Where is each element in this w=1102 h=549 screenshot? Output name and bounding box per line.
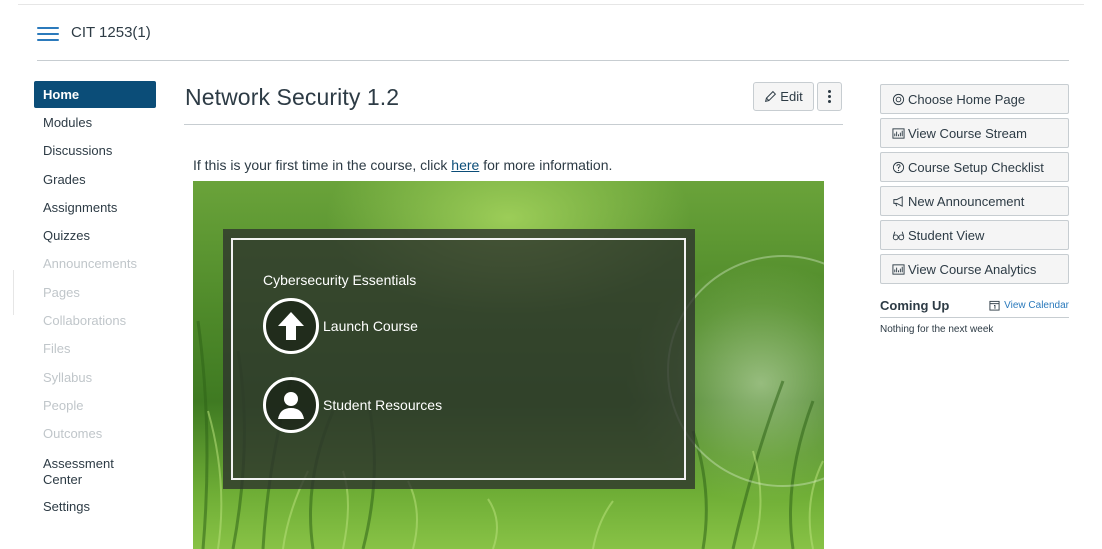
nav-item-pages[interactable]: Pages	[34, 279, 156, 307]
page-title: Network Security 1.2	[185, 84, 400, 110]
launch-course-link[interactable]: Launch Course	[263, 298, 418, 354]
nav-item-syllabus[interactable]: Syllabus	[34, 364, 156, 392]
nav-item-files[interactable]: Files	[34, 335, 156, 363]
hamburger-menu-icon[interactable]	[37, 26, 59, 42]
coming-up-title: Coming Up	[880, 298, 950, 313]
view-calendar-link[interactable]: View Calendar	[989, 300, 1069, 311]
course-setup-checklist-label: Course Setup Checklist	[908, 159, 1044, 175]
choose-home-page-label: Choose Home Page	[908, 91, 1026, 107]
student-view-label: Student View	[908, 227, 985, 243]
nav-item-outcomes[interactable]: Outcomes	[34, 420, 156, 448]
nav-item-assessment-center[interactable]: Assessment Center	[34, 449, 156, 493]
student-resources-link[interactable]: Student Resources	[263, 377, 442, 433]
breadcrumb-course[interactable]: CIT 1253(1)	[71, 24, 151, 41]
view-course-stream-label: View Course Stream	[908, 125, 1027, 141]
left-edge-line	[13, 270, 14, 315]
person-icon	[263, 377, 319, 433]
student-view-button[interactable]: Student View	[880, 220, 1069, 250]
new-announcement-button[interactable]: New Announcement	[880, 186, 1069, 216]
question-icon	[892, 161, 905, 173]
title-divider	[184, 124, 843, 125]
panel-frame: Cybersecurity Essentials Launch Course S…	[231, 238, 686, 480]
nav-item-quizzes[interactable]: Quizzes	[34, 222, 156, 250]
kebab-icon	[828, 89, 831, 104]
view-course-analytics-button[interactable]: View Course Analytics	[880, 254, 1069, 284]
nav-item-settings[interactable]: Settings	[34, 493, 156, 521]
new-announcement-label: New Announcement	[908, 193, 1025, 209]
student-resources-label: Student Resources	[323, 397, 443, 413]
analytics-icon	[892, 263, 905, 275]
course-banner-image: Cybersecurity Essentials Launch Course S…	[193, 181, 824, 549]
launch-course-label: Launch Course	[323, 318, 418, 334]
coming-up-section: Coming Up View Calendar Nothing for the …	[880, 298, 1069, 335]
edit-button-label: Edit	[780, 89, 803, 104]
top-divider	[18, 4, 1084, 5]
header-divider	[37, 60, 1069, 61]
nav-item-grades[interactable]: Grades	[34, 166, 156, 194]
nav-item-announcements[interactable]: Announcements	[34, 250, 156, 278]
course-nav: Home Modules Discussions Grades Assignme…	[34, 81, 156, 521]
glasses-icon	[892, 231, 905, 240]
megaphone-icon	[893, 195, 903, 207]
stream-icon	[892, 127, 905, 139]
banner-title: Cybersecurity Essentials	[263, 272, 417, 288]
course-sidebar: Choose Home Page View Course Stream Cour…	[880, 84, 1069, 288]
course-links-panel: Cybersecurity Essentials Launch Course S…	[223, 229, 695, 489]
intro-text-before: If this is your first time in the course…	[193, 157, 452, 173]
choose-home-page-button[interactable]: Choose Home Page	[880, 84, 1069, 114]
nav-item-assignments[interactable]: Assignments	[34, 194, 156, 222]
view-calendar-label: View Calendar	[1004, 300, 1069, 311]
coming-up-header: Coming Up View Calendar	[880, 298, 1069, 318]
more-options-button[interactable]	[817, 82, 842, 111]
intro-here-link[interactable]: here	[451, 157, 479, 173]
nav-item-people[interactable]: People	[34, 392, 156, 420]
course-setup-checklist-button[interactable]: Course Setup Checklist	[880, 152, 1069, 182]
target-icon	[892, 93, 905, 105]
edit-button[interactable]: Edit	[753, 82, 814, 111]
nav-item-home[interactable]: Home	[34, 81, 156, 108]
view-course-stream-button[interactable]: View Course Stream	[880, 118, 1069, 148]
pencil-icon	[765, 90, 777, 103]
calendar-icon	[989, 300, 1000, 311]
coming-up-empty-text: Nothing for the next week	[880, 324, 994, 335]
nav-item-discussions[interactable]: Discussions	[34, 137, 156, 165]
arrow-up-icon	[263, 298, 319, 354]
nav-item-modules[interactable]: Modules	[34, 109, 156, 137]
intro-text: If this is your first time in the course…	[193, 157, 612, 173]
nav-item-collaborations[interactable]: Collaborations	[34, 307, 156, 335]
view-course-analytics-label: View Course Analytics	[908, 261, 1037, 277]
intro-text-after: for more information.	[479, 157, 613, 173]
